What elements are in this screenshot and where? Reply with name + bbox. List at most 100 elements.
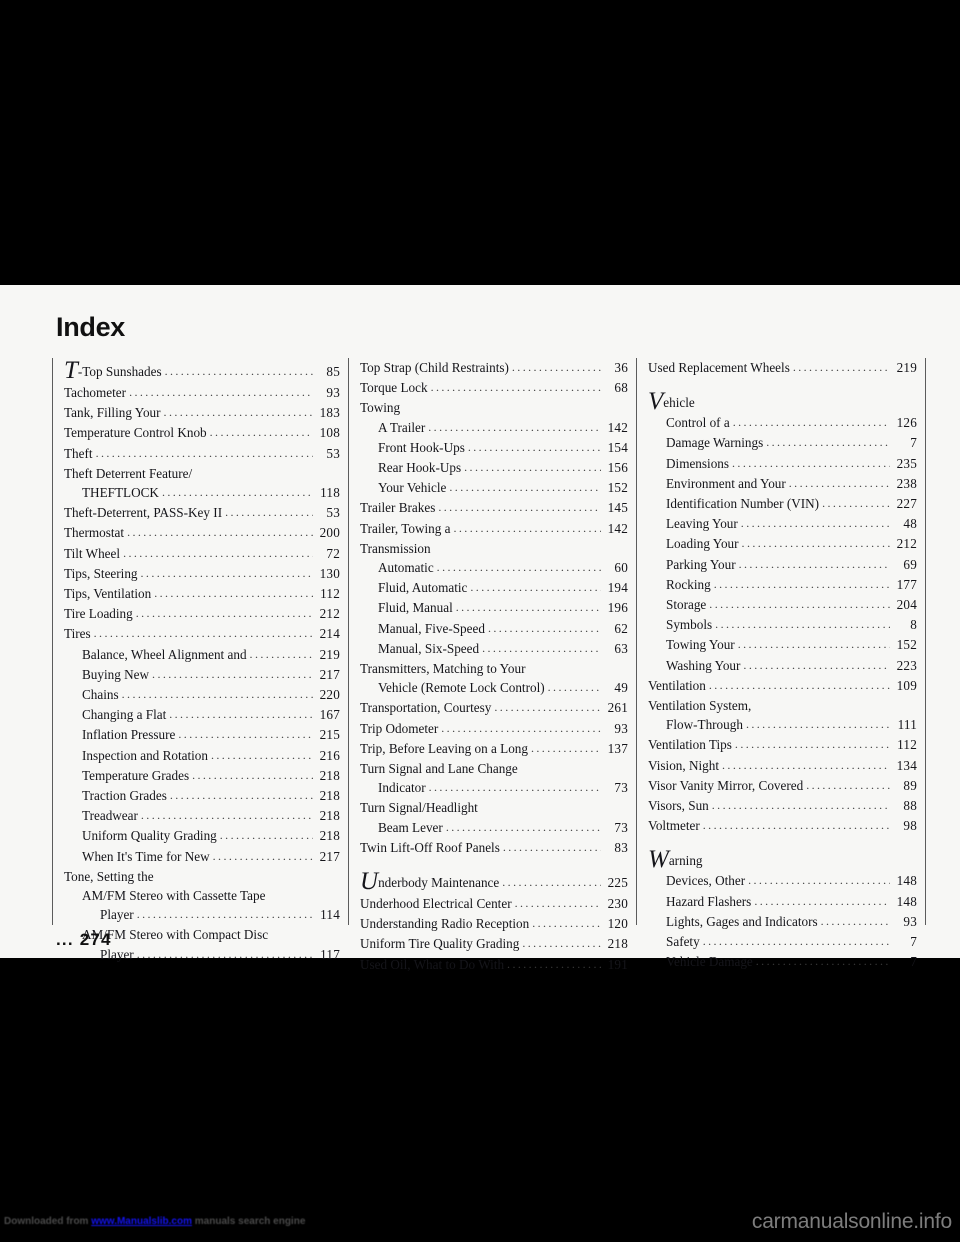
index-entry-label: Trailer Brakes: [360, 500, 436, 516]
dot-leader: ........................................…: [502, 875, 601, 890]
index-entry-label: Parking Your: [666, 556, 736, 572]
index-entry-label: arning: [668, 853, 703, 869]
index-entry-page-number: 218: [319, 808, 340, 824]
index-entry-page-number: 85: [326, 364, 340, 379]
index-entry: Traction Grades.........................…: [64, 786, 340, 806]
index-entry-page-number: 238: [896, 475, 917, 491]
dot-leader: ........................................…: [467, 439, 601, 454]
index-entry-page-number: 148: [896, 873, 917, 889]
dot-leader: ........................................…: [713, 576, 890, 591]
dot-leader: ........................................…: [225, 505, 313, 520]
index-entry-label: Buying New: [82, 666, 150, 682]
index-entry-page-number: 216: [319, 747, 340, 763]
dot-leader: ........................................…: [737, 637, 890, 652]
index-entry-page-number: 204: [896, 597, 917, 613]
dot-leader: ........................................…: [441, 720, 601, 735]
index-entry: Ventilation Tips........................…: [648, 735, 917, 755]
index-entry: Front Hook-Ups..........................…: [360, 438, 628, 458]
index-entry-label: Chains: [82, 687, 119, 703]
index-entry-label: nderbody Maintenance: [378, 875, 500, 891]
dot-leader: ........................................…: [531, 740, 601, 755]
dot-leader: ........................................…: [211, 747, 313, 762]
index-entry-label: Hazard Flashers: [666, 893, 752, 909]
index-entry: Turn Signal and Lane Change.............…: [360, 759, 628, 778]
index-entry-page-number: 49: [614, 680, 628, 696]
dot-leader: ........................................…: [169, 788, 313, 803]
dot-leader: ........................................…: [219, 828, 313, 843]
index-entry: Temperature Grades......................…: [64, 766, 340, 786]
index-entry: Used Oil, What to Do With...............…: [360, 955, 628, 975]
index-entry-page-number: 93: [326, 385, 340, 400]
index-entry-label: Uniform Quality Grading: [82, 828, 217, 844]
index-entry-page-number: 230: [607, 896, 628, 912]
index-entry-label: Towing Your: [666, 637, 735, 653]
page-title: Index: [56, 312, 126, 342]
index-entry-label: Tank, Filling Your: [64, 405, 161, 421]
index-entry-label: Dimensions: [666, 455, 730, 471]
index-entry-page-number: 68: [614, 380, 628, 396]
index-entry-label: Theft: [64, 445, 93, 461]
index-entry: Loading Your............................…: [648, 534, 917, 554]
index-entry: Understanding Radio Reception...........…: [360, 914, 628, 934]
index-entry-page-number: 114: [320, 907, 340, 923]
index-entry-label: Visor Vanity Mirror, Covered: [648, 777, 804, 793]
index-entry-label: Towing: [360, 400, 401, 416]
index-entry: Changing a Flat.........................…: [64, 705, 340, 725]
dot-leader: ........................................…: [745, 717, 890, 732]
index-entry-label: Trip, Before Leaving on a Long: [360, 740, 528, 756]
dot-leader: ........................................…: [482, 640, 601, 655]
index-entry-page-number: 7: [910, 954, 917, 970]
index-entry: Transmitters, Matching to Your..........…: [360, 659, 628, 678]
index-entry-label: Top Strap (Child Restraints): [360, 360, 509, 375]
index-entry: Vehicle.................................…: [648, 389, 917, 414]
index-entry: Tachometer..............................…: [64, 383, 340, 403]
index-entry: Turn Signal/Headlight...................…: [360, 798, 628, 817]
index-entry: AM/FM Stereo with Cassette Tape.........…: [64, 886, 340, 905]
index-entry-page-number: 261: [607, 700, 628, 716]
letter-dropcap: T: [64, 357, 78, 384]
index-entry-label: Vehicle (Remote Lock Control): [378, 680, 545, 696]
index-entry-page-number: 167: [319, 707, 340, 723]
index-entry-label: Inspection and Rotation: [82, 747, 208, 763]
index-entry-page-number: 112: [897, 737, 917, 753]
watermark-prefix: Downloaded from: [4, 1216, 92, 1227]
watermark-link[interactable]: www.Manualslib.com: [91, 1216, 192, 1227]
dot-leader: ........................................…: [164, 364, 313, 378]
index-entry: Fluid, Automatic........................…: [360, 578, 628, 598]
dot-leader: ........................................…: [722, 757, 890, 772]
index-entry-label: Vehicle Damage: [666, 954, 753, 970]
index-entry: Tips, Ventilation.......................…: [64, 584, 340, 604]
dot-leader: ........................................…: [163, 405, 313, 420]
dot-leader: ........................................…: [449, 480, 601, 495]
index-entry-page-number: 235: [896, 455, 917, 471]
index-entry-label: Visors, Sun: [648, 798, 709, 814]
index-entry-page-number: 217: [319, 666, 340, 682]
index-entry: Tips, Steering..........................…: [64, 564, 340, 584]
index-entry-label: Twin Lift-Off Roof Panels: [360, 839, 500, 855]
index-entry-label: Tachometer: [64, 385, 127, 400]
index-entry: Treadwear...............................…: [64, 806, 340, 826]
index-entry: Rear Hook-Ups...........................…: [360, 458, 628, 478]
index-entry-label: Voltmeter: [648, 818, 700, 834]
dot-leader: ........................................…: [140, 565, 313, 580]
index-entry-label: Traction Grades: [82, 788, 167, 804]
index-entry-page-number: 112: [320, 586, 340, 602]
index-entry: Towing..................................…: [360, 398, 628, 417]
index-entry-label: Tire Loading: [64, 606, 133, 622]
index-entry: Trip, Before Leaving on a Long..........…: [360, 739, 628, 759]
index-entry-label: Tilt Wheel: [64, 545, 121, 561]
index-entry-page-number: 69: [903, 556, 917, 572]
dot-leader: ........................................…: [178, 727, 313, 742]
dot-leader: ........................................…: [136, 946, 313, 961]
index-entry-page-number: 8: [910, 617, 917, 633]
index-entry-label: Thermostat: [64, 525, 125, 541]
index-entry-label: Your Vehicle: [378, 480, 447, 496]
index-entry: Control of a............................…: [648, 413, 917, 433]
index-entry-page-number: 215: [319, 727, 340, 743]
dot-leader: ........................................…: [428, 419, 601, 434]
index-entry-page-number: 218: [607, 936, 628, 952]
index-entry-page-number: 156: [607, 460, 628, 476]
index-entry-label: Control of a: [666, 415, 730, 431]
index-entry: Vehicle (Remote Lock Control)...........…: [360, 678, 628, 698]
index-entry-label: Leaving Your: [666, 516, 738, 532]
